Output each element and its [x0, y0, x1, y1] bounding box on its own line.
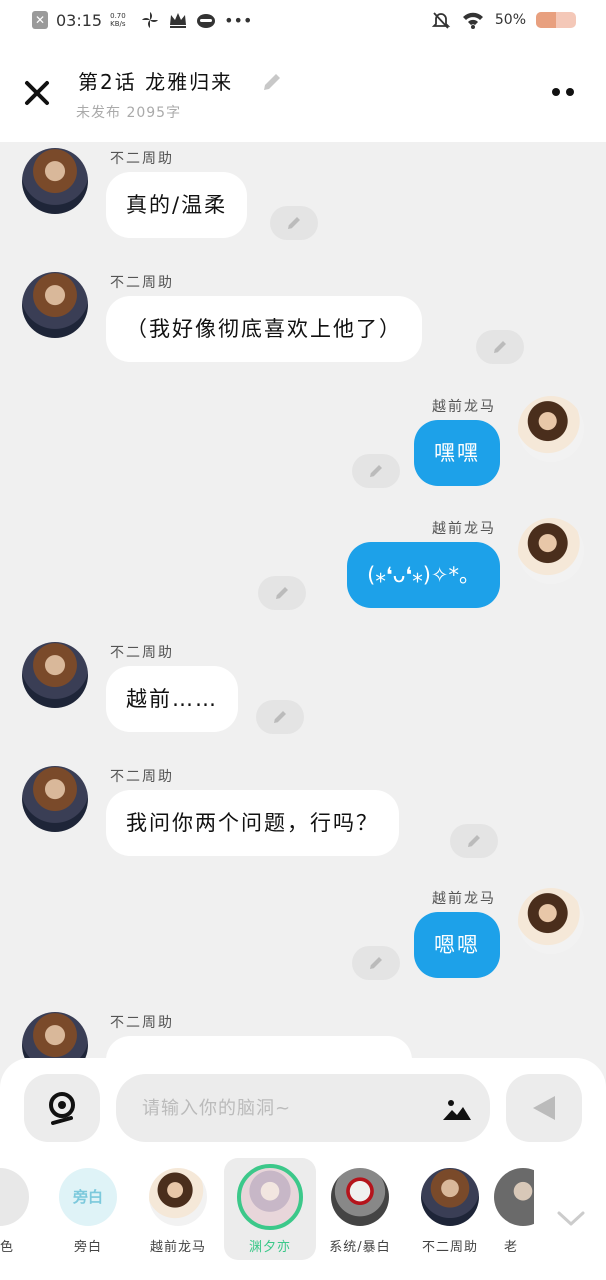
message-input[interactable]: [142, 1074, 432, 1142]
chevron-down-icon: [557, 1211, 585, 1226]
avatar[interactable]: [518, 396, 584, 462]
image-button[interactable]: [442, 1096, 472, 1126]
edit-message-button[interactable]: [352, 454, 400, 488]
net-speed-unit: KB/s: [110, 20, 126, 28]
close-badge-icon: ✕: [32, 11, 48, 29]
battery-percent: 50%: [494, 12, 526, 28]
role-avatar: [0, 1168, 29, 1226]
message-bubble[interactable]: 我问你两个问题，行吗？: [106, 790, 399, 856]
role-avatar: [331, 1168, 389, 1226]
header: 第2话 龙雅归来 未发布 2095字: [0, 48, 606, 142]
avatar[interactable]: [518, 888, 584, 954]
edit-message-button[interactable]: [450, 824, 498, 858]
role-label: 越前龙马: [149, 1240, 206, 1255]
role-label: 渊夕亦: [248, 1240, 291, 1255]
voice-button[interactable]: [24, 1074, 100, 1142]
close-icon: [25, 81, 49, 105]
send-icon: [533, 1096, 555, 1120]
edit-title-button[interactable]: [260, 70, 284, 98]
avatar[interactable]: [22, 766, 88, 832]
sender-name: 不二周助: [110, 645, 174, 661]
role-label: 老: [504, 1240, 519, 1255]
message-bubble[interactable]: 越前……: [106, 666, 238, 732]
role-label: 系统/暴白: [329, 1240, 391, 1255]
image-icon: [443, 1100, 471, 1120]
sender-name: 不二周助: [110, 769, 174, 785]
sender-name: 不二周助: [110, 275, 174, 291]
role-avatar: [237, 1164, 303, 1230]
message-bubble[interactable]: 嘿嘿: [414, 420, 500, 486]
pencil-icon: [274, 711, 286, 723]
pinwheel-icon: [142, 12, 159, 28]
role-item[interactable]: 旁白 旁白: [42, 1158, 134, 1260]
status-time: 03:15: [56, 10, 103, 30]
publish-status: 未发布 2095字: [76, 105, 182, 121]
message-bubble[interactable]: 真的/温柔: [106, 172, 248, 238]
message-input-container: [116, 1074, 490, 1142]
role-item[interactable]: 不二周助: [404, 1158, 496, 1260]
message-bubble[interactable]: 嗯嗯: [414, 912, 500, 978]
edit-message-button[interactable]: [352, 946, 400, 980]
role-avatar: [421, 1168, 479, 1226]
role-item-selected[interactable]: 渊夕亦: [224, 1158, 316, 1260]
role-item[interactable]: 老: [494, 1158, 534, 1260]
pencil-icon: [276, 587, 288, 599]
pencil-icon: [494, 341, 506, 353]
role-item[interactable]: 越前龙马: [132, 1158, 224, 1260]
voice-icon: [49, 1092, 75, 1125]
avatar[interactable]: [22, 148, 88, 214]
page-title: 第2话 龙雅归来: [78, 70, 234, 94]
avatar[interactable]: [22, 272, 88, 338]
status-bar: ✕ 03:15 0.70 KB/s ••• 50%: [0, 0, 606, 48]
role-label: 角色: [0, 1240, 14, 1255]
sender-name: 越前龙马: [432, 521, 496, 537]
sender-name: 越前龙马: [432, 399, 496, 415]
role-avatar: [149, 1168, 207, 1226]
sender-name: 不二周助: [110, 1015, 174, 1031]
pencil-icon: [468, 835, 480, 847]
mute-bell-icon: [431, 12, 451, 29]
crown-icon: [170, 13, 187, 28]
avatar[interactable]: [22, 1012, 88, 1058]
role-avatar: [494, 1168, 534, 1226]
pencil-icon: [264, 74, 280, 90]
net-speed: 0.70 KB/s: [110, 12, 132, 28]
chat-area[interactable]: 不二周助 真的/温柔 不二周助 （我好像彻底喜欢上他了） 越前龙马 嘿嘿 越前龙…: [0, 142, 606, 1058]
close-button[interactable]: [22, 78, 52, 108]
edit-message-button[interactable]: [258, 576, 306, 610]
net-speed-value: 0.70: [110, 12, 126, 20]
role-label: 旁白: [73, 1240, 102, 1255]
message-bubble[interactable]: (⁎❛ᴗ❛⁎)✧*。: [347, 542, 500, 608]
role-item[interactable]: 角色: [0, 1158, 46, 1260]
composer-panel: 角色 旁白 旁白 越前龙马 渊夕亦 系统/暴白 不二周助 老: [0, 1058, 606, 1280]
edit-message-button[interactable]: [256, 700, 304, 734]
message-bubble[interactable]: （我好像彻底喜欢上他了）: [106, 296, 422, 362]
battery-icon: [536, 12, 576, 28]
avatar[interactable]: [518, 518, 584, 584]
avatar[interactable]: [22, 642, 88, 708]
ninja-icon: [197, 14, 216, 28]
role-selector: 角色 旁白 旁白 越前龙马 渊夕亦 系统/暴白 不二周助 老: [0, 1158, 606, 1268]
sender-name: 越前龙马: [432, 891, 496, 907]
pencil-icon: [370, 465, 382, 477]
send-button[interactable]: [506, 1074, 582, 1142]
more-dots-icon: •••: [224, 10, 253, 30]
pencil-icon: [288, 217, 300, 229]
expand-roles-button[interactable]: [556, 1210, 586, 1232]
sender-name: 不二周助: [110, 151, 174, 167]
role-avatar: 旁白: [59, 1168, 117, 1226]
battery-fill: [536, 12, 556, 28]
role-item[interactable]: 系统/暴白: [314, 1158, 406, 1260]
role-label: 不二周助: [421, 1240, 478, 1255]
edit-message-button[interactable]: [476, 330, 524, 364]
wifi-icon: [462, 12, 483, 29]
more-options-button[interactable]: [552, 88, 574, 96]
edit-message-button[interactable]: [270, 206, 318, 240]
message-bubble[interactable]: [106, 1036, 412, 1058]
pencil-icon: [370, 957, 382, 969]
